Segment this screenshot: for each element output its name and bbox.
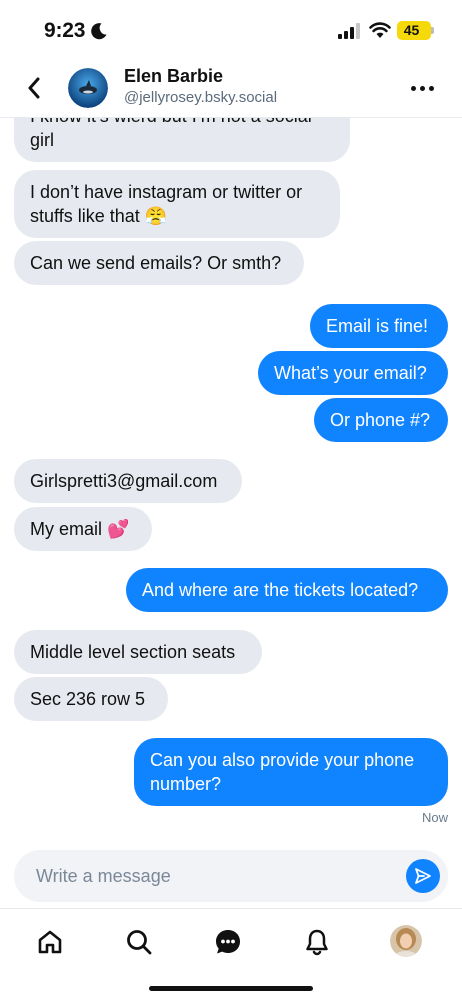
outgoing-message[interactable]: What’s your email? [258, 351, 448, 395]
incoming-message[interactable]: I don’t have instagram or twitter or stu… [14, 170, 340, 238]
status-bar: 9:23 45 [0, 0, 462, 58]
tab-home[interactable] [33, 925, 67, 959]
bell-icon [306, 929, 328, 956]
outgoing-message[interactable]: And where are the tickets located? [126, 568, 448, 612]
dot-icon [428, 85, 434, 91]
messages-icon [216, 930, 240, 954]
message-list[interactable]: Now I know it’s wierd but I’m not a soci… [0, 118, 462, 850]
back-button[interactable] [20, 74, 48, 102]
send-button[interactable] [406, 859, 440, 893]
status-time: 9:23 [44, 19, 86, 42]
contact-handle: @jellyrosey.bsky.social [124, 89, 278, 106]
message-input[interactable] [36, 850, 396, 902]
tab-search[interactable] [122, 925, 156, 959]
tab-profile[interactable] [390, 925, 422, 957]
tab-notifications[interactable] [300, 925, 334, 959]
dot-icon [419, 85, 425, 91]
home-icon [38, 930, 62, 954]
profile-avatar [390, 925, 422, 957]
outgoing-message[interactable]: Or phone #? [314, 398, 448, 442]
contact-name: Elen Barbie [124, 66, 224, 86]
chat-header: Elen Barbie @jellyrosey.bsky.social [0, 58, 462, 118]
dot-icon [410, 85, 416, 91]
incoming-message[interactable]: Sec 236 row 5 [14, 677, 168, 721]
home-indicator [149, 986, 313, 991]
battery-cap [431, 27, 434, 34]
incoming-message[interactable]: Middle level section seats [14, 630, 262, 674]
incoming-message[interactable]: Can we send emails? Or smth? [14, 241, 304, 285]
avatar[interactable] [68, 68, 108, 108]
avatar-image [68, 68, 108, 108]
incoming-message[interactable]: I know it’s wierd but I’m not a social g… [14, 118, 350, 162]
incoming-message[interactable]: My email 💕 [14, 507, 152, 551]
outgoing-message[interactable]: Can you also provide your phone number? [134, 738, 448, 806]
signal-icon [338, 23, 360, 39]
outgoing-message[interactable]: Email is fine! [310, 304, 448, 348]
moon-icon [91, 23, 107, 40]
tab-messages[interactable] [211, 925, 245, 959]
more-options-button[interactable] [404, 74, 440, 102]
send-icon [415, 868, 431, 884]
incoming-message[interactable]: Girlspretti3@gmail.com [14, 459, 242, 503]
battery-level: 45 [403, 22, 420, 38]
chevron-left-icon [28, 77, 40, 99]
search-icon [127, 930, 152, 955]
wifi-icon [369, 22, 391, 38]
message-composer [14, 850, 448, 902]
message-timestamp: Now [421, 810, 448, 825]
battery-icon: 45 [397, 21, 431, 40]
